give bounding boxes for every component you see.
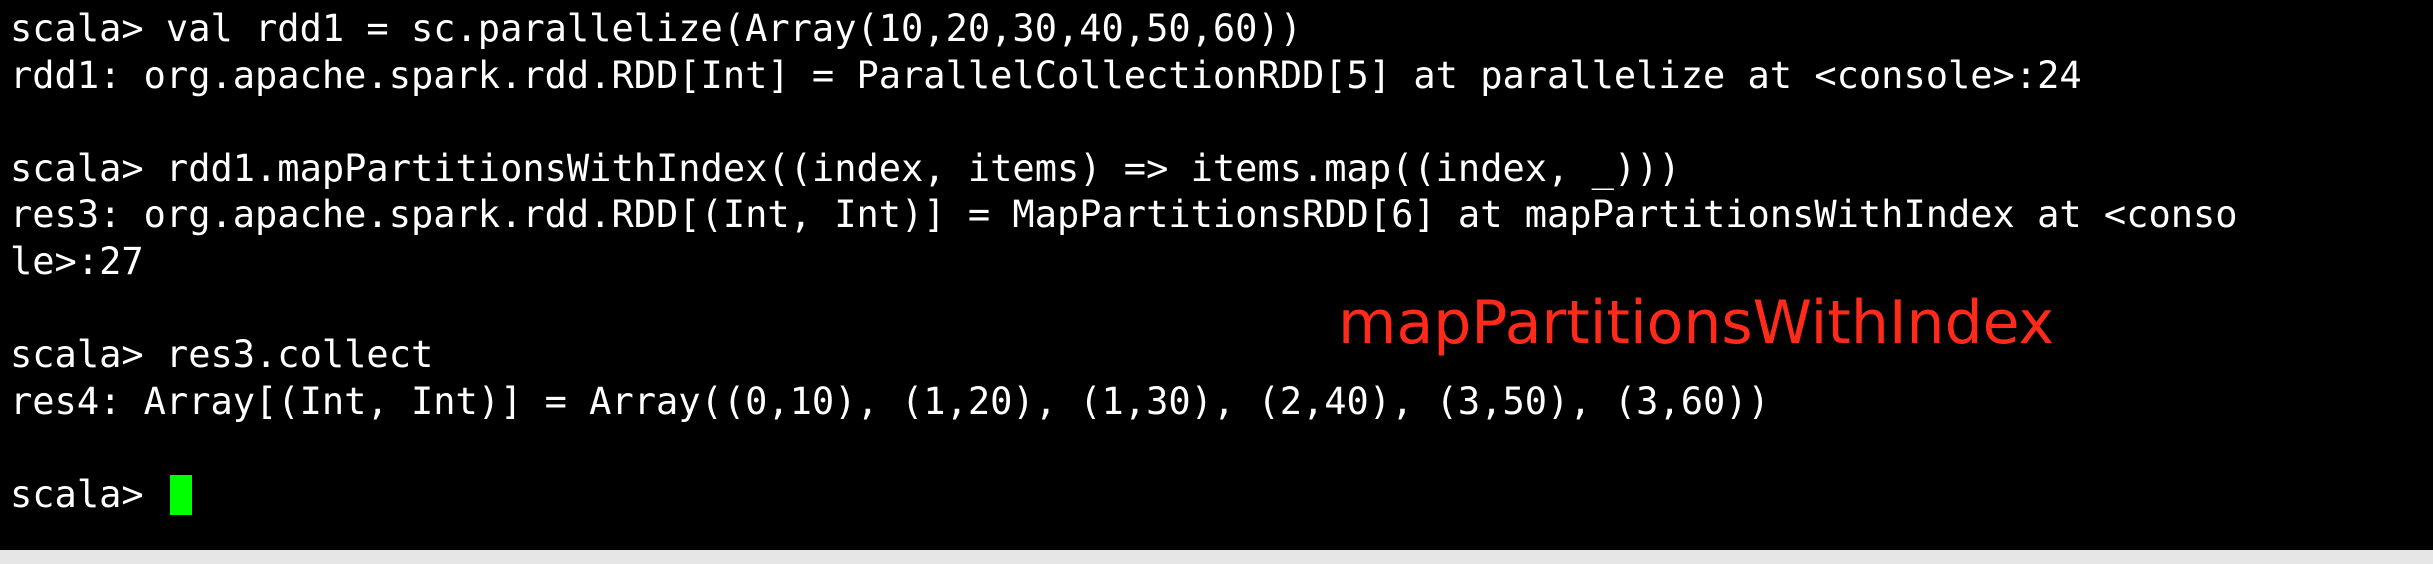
terminal-line-7 — [10, 286, 2433, 333]
terminal-line-8: scala> res3.collect — [10, 333, 434, 377]
terminal-line-3 — [10, 99, 2433, 146]
annotation-label: mapPartitionsWithIndex — [1338, 288, 2055, 358]
terminal-line-1: scala> val rdd1 = sc.parallelize(Array(1… — [10, 7, 1303, 50]
terminal-line-10 — [10, 425, 2433, 472]
terminal-line-4: scala> rdd1.mapPartitionsWithIndex((inde… — [10, 146, 1681, 190]
terminal-line-6: le>:27 — [10, 239, 144, 283]
terminal-line-9: res4: Array[(Int, Int)] = Array((0,10), … — [10, 379, 1770, 423]
terminal-window[interactable]: scala> val rdd1 = sc.parallelize(Array(1… — [0, 0, 2433, 550]
window-bottom-border — [0, 550, 2433, 564]
terminal-cursor — [169, 474, 192, 515]
terminal-prompt: scala> — [10, 472, 166, 516]
terminal-line-5: res3: org.apache.spark.rdd.RDD[(Int, Int… — [10, 193, 2238, 237]
terminal-line-2: rdd1: org.apache.spark.rdd.RDD[Int] = Pa… — [10, 53, 2082, 97]
terminal-prompt-line[interactable]: scala> — [10, 472, 2433, 519]
